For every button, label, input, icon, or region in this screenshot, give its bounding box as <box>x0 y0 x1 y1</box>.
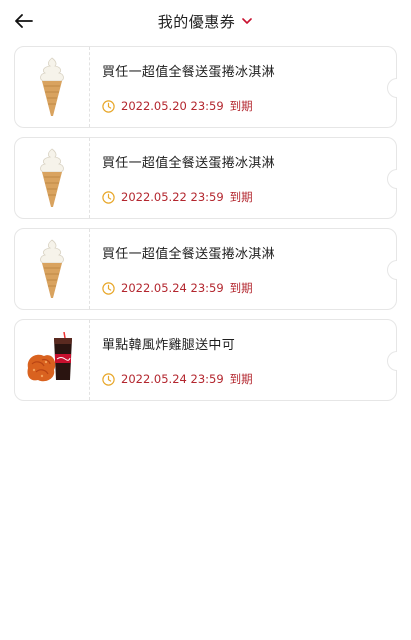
coupon-name: 單點韓風炸雞腿送中可 <box>102 338 236 353</box>
ice-cream-cone-icon <box>40 57 64 116</box>
arrow-left-icon <box>15 14 33 28</box>
coupon-card[interactable]: 買任一超值全餐送蛋捲冰淇淋 2022.05.20 23:59 到期 <box>14 46 397 128</box>
coupon-expiry: 2022.05.22 23:59 到期 <box>102 189 396 205</box>
coupon-card[interactable]: 買任一超值全餐送蛋捲冰淇淋 2022.05.24 23:59 到期 <box>14 228 397 310</box>
page-title: 我的優惠券 <box>157 12 236 31</box>
ice-cream-cone-icon <box>40 239 64 298</box>
coupon-image <box>15 47 90 127</box>
back-button[interactable] <box>12 9 36 33</box>
coupon-card[interactable]: 單點韓風炸雞腿送中可 2022.05.24 23:59 到期 <box>14 319 397 401</box>
coupon-expiry: 2022.05.20 23:59 到期 <box>102 98 396 114</box>
expiry-suffix: 到期 <box>229 372 253 386</box>
coupon-name: 買任一超值全餐送蛋捲冰淇淋 <box>102 156 275 171</box>
coupon-expiry: 2022.05.24 23:59 到期 <box>102 371 396 387</box>
clock-icon <box>102 372 115 386</box>
expiry-date: 2022.05.24 23:59 <box>121 372 224 386</box>
coupon-image <box>15 320 90 400</box>
expiry-date: 2022.05.20 23:59 <box>121 99 224 113</box>
clock-icon <box>102 190 115 204</box>
fried-chicken-and-cola-icon <box>27 332 72 382</box>
coupon-name: 買任一超值全餐送蛋捲冰淇淋 <box>102 65 275 80</box>
title-dropdown[interactable]: 我的優惠券 <box>158 11 254 32</box>
clock-icon <box>102 281 115 295</box>
clock-icon <box>102 99 115 113</box>
expiry-suffix: 到期 <box>229 99 253 113</box>
coupon-image <box>15 138 90 218</box>
ice-cream-cone-icon <box>40 148 64 207</box>
top-bar: 我的優惠券 <box>0 0 411 42</box>
chevron-down-icon <box>241 15 253 27</box>
expiry-suffix: 到期 <box>229 190 253 204</box>
coupon-image <box>15 229 90 309</box>
coupon-name: 買任一超值全餐送蛋捲冰淇淋 <box>102 247 275 262</box>
coupon-expiry: 2022.05.24 23:59 到期 <box>102 280 396 296</box>
expiry-date: 2022.05.24 23:59 <box>121 281 224 295</box>
coupon-card[interactable]: 買任一超值全餐送蛋捲冰淇淋 2022.05.22 23:59 到期 <box>14 137 397 219</box>
expiry-suffix: 到期 <box>229 281 253 295</box>
coupon-list: 買任一超值全餐送蛋捲冰淇淋 2022.05.20 23:59 到期 買任一超值全… <box>0 42 411 401</box>
expiry-date: 2022.05.22 23:59 <box>121 190 224 204</box>
